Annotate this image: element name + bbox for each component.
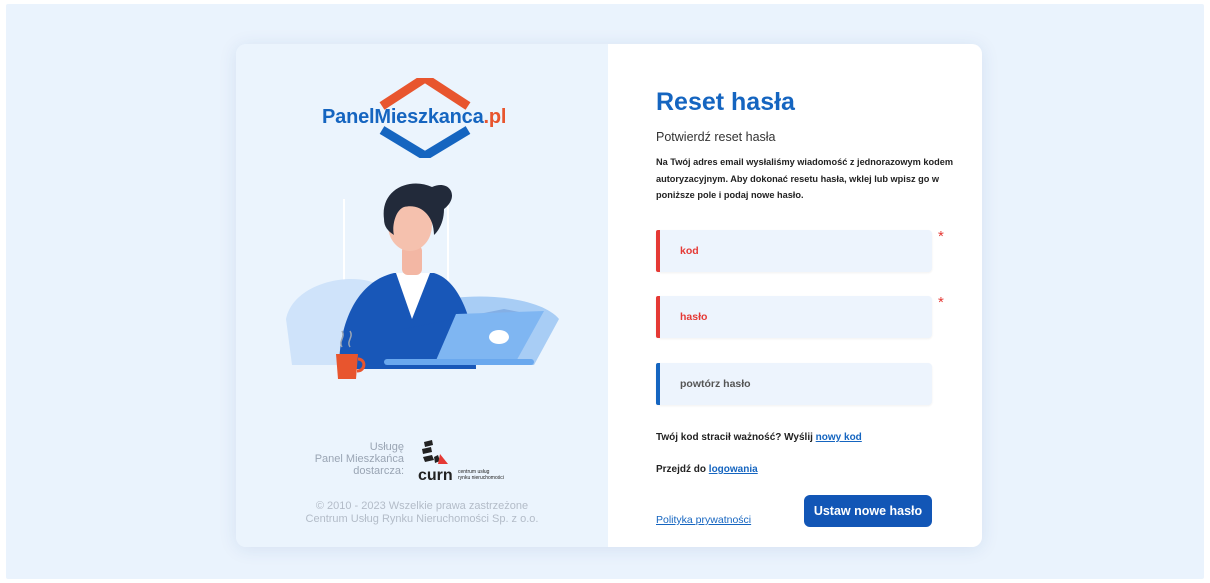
required-marker: *	[938, 228, 944, 245]
logo-wordmark: PanelMieszkanca.pl	[322, 106, 506, 129]
login-line: Przejdź do logowania	[656, 464, 758, 475]
supplier-line-2: Panel Mieszkańca	[314, 453, 404, 465]
password-input[interactable]	[656, 296, 932, 338]
expired-code-text: Twój kod stracił ważność? Wyślij	[656, 432, 813, 443]
curn-logo-text: curn	[418, 467, 453, 484]
required-marker: *	[938, 294, 944, 311]
page-subtitle: Potwierdź reset hasła	[656, 130, 776, 144]
repeat-password-field[interactable]: powtórz hasło	[656, 363, 932, 405]
copyright-line-2: Centrum Usług Rynku Nieruchomości Sp. z …	[305, 513, 539, 525]
logo-main-text: PanelMieszkanca	[322, 106, 484, 128]
login-link[interactable]: logowania	[709, 464, 758, 475]
privacy-policy-link[interactable]: Polityka prywatności	[656, 514, 751, 526]
code-field[interactable]: kod	[656, 230, 932, 272]
form-panel: Reset hasła Potwierdź reset hasła Na Twó…	[608, 44, 982, 547]
code-input[interactable]	[656, 230, 932, 272]
login-text: Przejdź do	[656, 464, 707, 475]
set-new-password-button[interactable]: Ustaw nowe hasło	[804, 495, 932, 527]
instructions-text: Na Twój adres email wysłaliśmy wiadomość…	[656, 157, 953, 200]
curn-logo-sub-2: rynku nieruchomości	[458, 475, 504, 481]
copyright: © 2010 - 2023 Wszelkie prawa zastrzeżone…	[236, 500, 608, 526]
supplier-line-3: dostarcza:	[353, 465, 404, 477]
supplier-label: Usługę Panel Mieszkańca dostarcza:	[308, 441, 404, 477]
copyright-line-1: © 2010 - 2023 Wszelkie prawa zastrzeżone	[315, 500, 529, 512]
brand-panel: PanelMieszkanca.pl Usługę Panel Mieszkań…	[236, 44, 608, 547]
page-title: Reset hasła	[656, 88, 795, 116]
logo-tld-text: .pl	[483, 106, 507, 128]
person-laptop-illustration	[286, 183, 559, 379]
repeat-password-input[interactable]	[656, 363, 932, 405]
expired-code-line: Twój kod stracił ważność? Wyślij nowy ko…	[656, 432, 862, 443]
supplier-line-1: Usługę	[369, 441, 404, 453]
new-code-link[interactable]: nowy kod	[816, 432, 862, 443]
password-field[interactable]: hasło	[656, 296, 932, 338]
reset-card: PanelMieszkanca.pl Usługę Panel Mieszkań…	[236, 44, 982, 547]
curn-logo: curn centrum usług rynku nieruchomości	[418, 440, 504, 484]
